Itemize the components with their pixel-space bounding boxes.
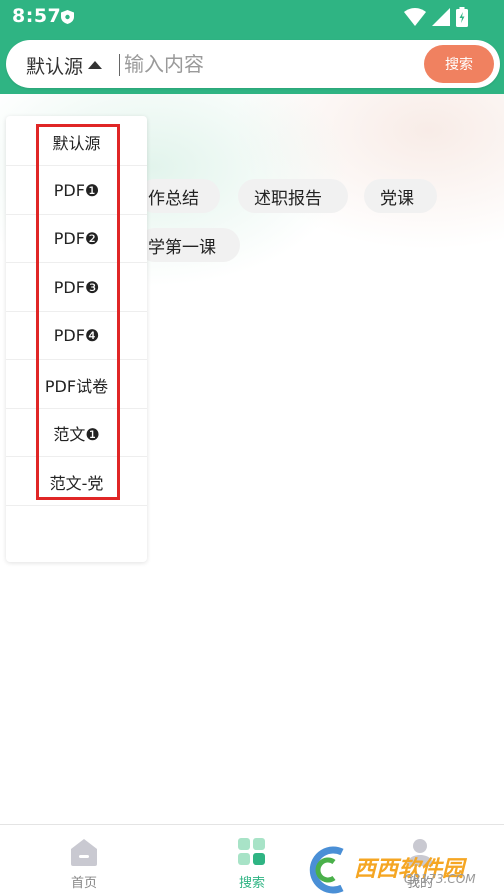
header: 默认源 搜索 (0, 34, 504, 94)
source-select[interactable]: 默认源 (26, 52, 103, 79)
nav-home-label: 首页 (70, 876, 97, 891)
grid-icon (238, 838, 265, 865)
tag-item[interactable]: 党课 (364, 179, 437, 213)
nav-search[interactable]: 搜索 (192, 825, 312, 896)
home-icon (71, 839, 97, 866)
nav-home[interactable]: 首页 (24, 825, 144, 896)
nav-search-label: 搜索 (238, 876, 265, 891)
status-icons (404, 7, 468, 27)
status-bar: 8:57 (0, 0, 504, 34)
annotation-highlight (36, 124, 120, 500)
status-time: 8:57 (12, 5, 62, 27)
wifi-icon (404, 8, 426, 26)
search-button[interactable]: 搜索 (424, 45, 494, 83)
source-label: 默认源 (26, 56, 84, 78)
signal-icon (432, 8, 450, 26)
shield-icon (61, 10, 74, 24)
battery-icon (456, 7, 468, 27)
tag-item[interactable]: 作总结 (138, 179, 220, 213)
tag-item[interactable]: 述职报告 (238, 179, 348, 213)
search-divider (119, 54, 120, 76)
watermark-url: CR173.COM (404, 872, 476, 886)
tag-item[interactable]: 学第一课 (138, 228, 240, 262)
search-bar: 默认源 搜索 (6, 40, 500, 88)
caret-up-icon (88, 60, 103, 69)
search-input[interactable] (124, 50, 414, 78)
